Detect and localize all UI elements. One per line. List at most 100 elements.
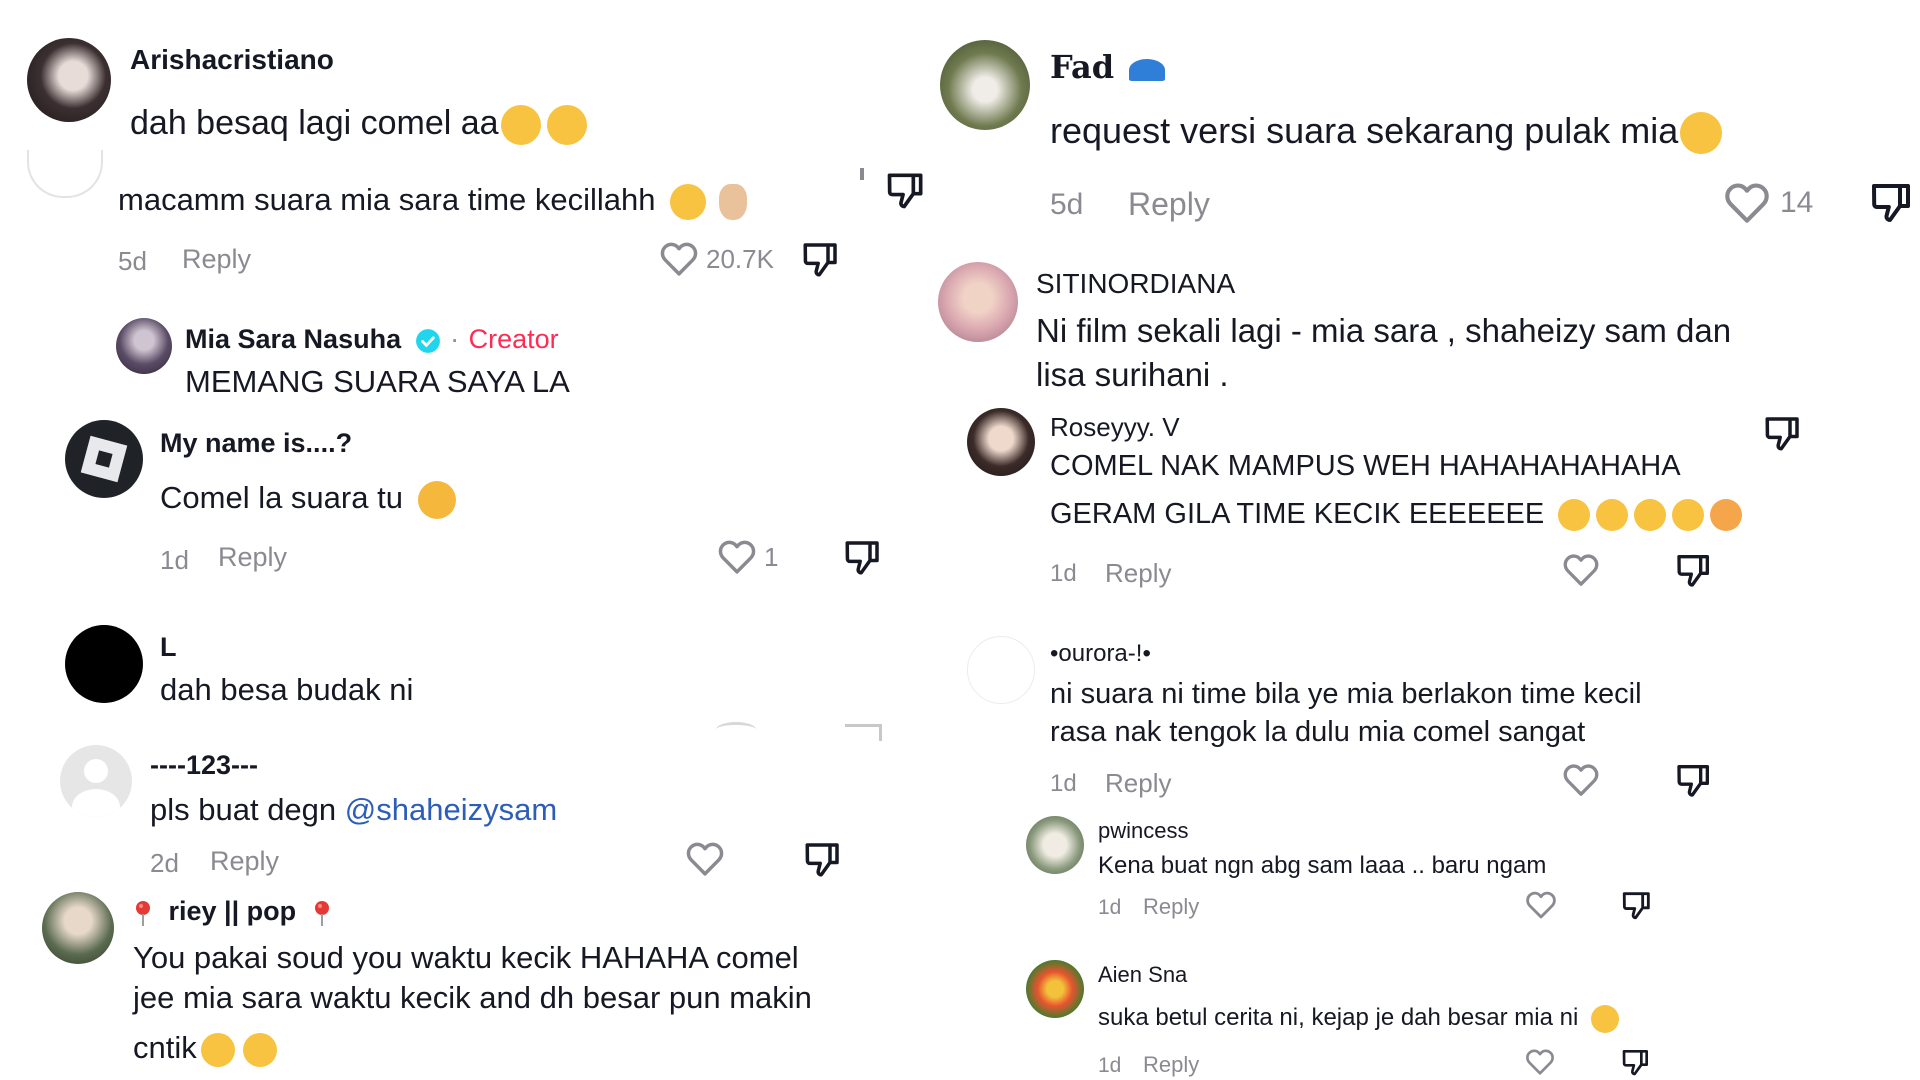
thumbs-down-icon[interactable]: [1868, 178, 1916, 226]
separator-dot: ·: [450, 324, 460, 354]
like-count: 20.7K: [706, 243, 774, 274]
laughing-emoji-icon: [1680, 112, 1723, 155]
pleading-emoji-icon: [242, 1032, 277, 1067]
avatar[interactable]: [42, 892, 114, 964]
crying-emoji-icon: [546, 105, 587, 146]
like-button[interactable]: 1: [716, 536, 778, 578]
comment-username[interactable]: riey || pop: [133, 896, 332, 927]
comment-text-body: Comel la suara tu: [160, 480, 403, 515]
cap-emoji-icon: [1129, 58, 1166, 81]
comment-text: pls buat degn @shaheizysam: [150, 792, 557, 828]
divider-mark: [860, 168, 864, 180]
avatar[interactable]: [938, 262, 1018, 342]
comment-time: 5d: [118, 246, 147, 276]
thumbs-down-icon[interactable]: [1762, 412, 1804, 454]
thumbs-down-icon[interactable]: [884, 168, 928, 212]
reply-button[interactable]: Reply: [218, 542, 287, 573]
comment-text: request versi suara sekarang pulak mia: [1050, 110, 1723, 155]
thumbs-down-icon[interactable]: [800, 238, 842, 280]
comment-username[interactable]: My name is....?: [160, 428, 352, 459]
comment-text: Kena buat ngn abg sam laaa .. baru ngam: [1098, 852, 1547, 879]
thumbs-down-icon[interactable]: [1620, 1046, 1652, 1078]
comment-time: 2d: [150, 848, 179, 878]
crying-emoji-icon: [670, 183, 707, 220]
comment-text-body: request versi suara sekarang pulak mia: [1050, 110, 1679, 151]
like-count: 14: [1780, 186, 1814, 219]
thumbs-down-icon[interactable]: [1674, 760, 1714, 800]
comment-username[interactable]: •ourora-!•: [1050, 640, 1151, 668]
comment-text: Comel la suara tu: [160, 480, 456, 519]
comment-username[interactable]: L: [160, 632, 177, 663]
like-button[interactable]: 20.7K: [658, 238, 774, 280]
avatar[interactable]: [116, 318, 172, 374]
reply-button[interactable]: Reply: [1143, 894, 1199, 920]
comment-text-line: rasa nak tengok la dulu mia comel sangat: [1050, 716, 1586, 748]
comment-text: macamm suara mia sara time kecillahh: [118, 182, 747, 220]
comment-text-line: ni suara ni time bila ye mia berlakon ti…: [1050, 678, 1642, 710]
comment-username[interactable]: Arishacristiano: [130, 44, 334, 76]
heart-outline-icon[interactable]: [1561, 550, 1601, 590]
comment-text-body: suka betul cerita ni, kejap je dah besar…: [1098, 1004, 1579, 1031]
comment-username[interactable]: Mia Sara Nasuha · Creator: [185, 324, 559, 355]
crying-emoji-icon: [500, 105, 541, 146]
rofl-emoji-icon: [1596, 499, 1629, 532]
reply-button[interactable]: Reply: [1143, 1052, 1199, 1078]
reply-button[interactable]: Reply: [1105, 558, 1171, 589]
avatar[interactable]: [1026, 816, 1084, 874]
comment-time: 5d: [1050, 188, 1084, 221]
faded-like-icon: [716, 722, 756, 737]
comment-username[interactable]: SITINORDIANA: [1036, 268, 1235, 300]
comment-text-line: cntik: [133, 1030, 277, 1067]
comment-username[interactable]: Roseyyy. V: [1050, 412, 1180, 443]
comment-username[interactable]: Fad: [1050, 48, 1166, 86]
faded-dislike-icon: [845, 724, 882, 741]
heart-outline-icon[interactable]: [1524, 888, 1558, 922]
avatar[interactable]: [967, 408, 1035, 476]
rofl-emoji-icon: [1558, 499, 1591, 532]
kiss-emoji-icon: [1710, 499, 1743, 532]
thumbs-down-icon[interactable]: [842, 536, 884, 578]
reply-button[interactable]: Reply: [210, 846, 279, 877]
comment-text: suka betul cerita ni, kejap je dah besar…: [1098, 1004, 1619, 1033]
username-text: riey || pop: [168, 896, 297, 926]
mention-link[interactable]: @shaheizysam: [345, 792, 557, 827]
heart-outline-icon[interactable]: [1561, 760, 1601, 800]
comment-username[interactable]: ----123---: [150, 750, 258, 781]
heart-outline-icon[interactable]: [1524, 1046, 1556, 1078]
verified-check-icon: [415, 328, 440, 353]
roblox-logo-icon: [80, 435, 128, 483]
avatar[interactable]: [27, 38, 111, 122]
comment-text-line: lisa surihani .: [1036, 356, 1229, 393]
avatar[interactable]: [940, 40, 1030, 130]
comment-username[interactable]: Aien Sna: [1098, 962, 1187, 988]
avatar[interactable]: [27, 150, 103, 198]
comment-text: dah besa budak ni: [160, 672, 414, 707]
heart-outline-icon[interactable]: [684, 838, 726, 880]
heart-outline-icon: [716, 536, 758, 578]
reply-button[interactable]: Reply: [182, 244, 251, 275]
thumbs-down-icon[interactable]: [1674, 550, 1714, 590]
rofl-emoji-icon: [1672, 499, 1705, 532]
comment-text: dah besaq lagi comel aa: [130, 104, 587, 146]
reply-button[interactable]: Reply: [1128, 186, 1210, 223]
avatar[interactable]: [60, 745, 132, 817]
comment-text-line: Ni film sekali lagi - mia sara , shaheiz…: [1036, 312, 1732, 349]
pin-icon: [133, 899, 153, 927]
avatar[interactable]: [65, 625, 143, 703]
comment-time: 1d: [1098, 1054, 1122, 1077]
comment-time: 1d: [1098, 896, 1122, 919]
heart-outline-icon: [658, 238, 700, 280]
rofl-emoji-icon: [1634, 499, 1667, 532]
comment-text-body: macamm suara mia sara time kecillahh: [118, 182, 656, 217]
smiling-hearts-emoji-icon: [417, 480, 456, 519]
username-text: Mia Sara Nasuha: [185, 324, 402, 354]
thumbs-down-icon[interactable]: [802, 838, 844, 880]
comment-text-line: GERAM GILA TIME KECIK EEEEEEE: [1050, 498, 1743, 532]
comment-username[interactable]: pwincess: [1098, 818, 1188, 844]
avatar[interactable]: [1026, 960, 1084, 1018]
avatar[interactable]: [967, 636, 1035, 704]
thumbs-down-icon[interactable]: [1620, 888, 1654, 922]
like-button[interactable]: 14: [1722, 178, 1813, 228]
reply-button[interactable]: Reply: [1105, 768, 1171, 799]
avatar[interactable]: [65, 420, 143, 498]
